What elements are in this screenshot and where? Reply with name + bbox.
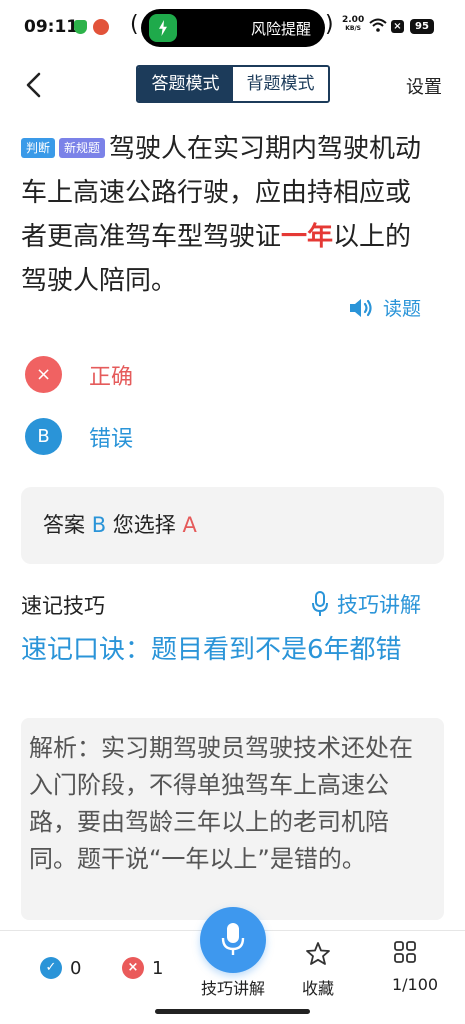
read-question-label: 读题 [383, 298, 422, 320]
tips-explain-label: 技巧讲解 [337, 593, 421, 617]
app-notification-icon [93, 19, 109, 35]
voice-explain-label[interactable]: 技巧讲解 [196, 975, 270, 999]
wifi-icon [369, 18, 387, 32]
correct-count[interactable]: ✓ 0 [40, 957, 81, 979]
settings-button[interactable]: 设置 [406, 73, 442, 99]
voice-explain-button[interactable] [200, 907, 266, 973]
shield-icon [74, 20, 87, 34]
speaker-icon [350, 298, 372, 317]
choice-value: A [182, 513, 197, 537]
island-bracket-left: ( [130, 12, 139, 37]
question-text: 判断 新规题 驾驶人在实习期内驾驶机动车上高速公路行驶，应由持相应或者更高准驾车型驾… [21, 127, 426, 303]
close-icon: × [25, 356, 62, 393]
tips-title: 速记技巧 [21, 594, 105, 618]
progress-label[interactable]: 1/100 [388, 975, 442, 994]
wrong-count-value: 1 [152, 957, 164, 979]
choice-label: 您选择 [112, 513, 176, 537]
tab-memorize-mode[interactable]: 背题模式 [233, 67, 328, 101]
mnemonic-text: 速记口诀：题目看到不是6年都错 [21, 635, 402, 665]
bottom-bar: ✓ 0 × 1 技巧讲解 收藏 1/100 [0, 907, 465, 1024]
status-bar: 09:11 ( 风险提醒 ) 2.00 KB/S × 95 [0, 0, 465, 56]
question-highlight: 一年 [281, 222, 334, 252]
check-icon: ✓ [40, 957, 62, 979]
favorite-label[interactable]: 收藏 [296, 975, 340, 999]
lightning-icon [149, 14, 177, 42]
mode-toggle: 答题模式 背题模式 [136, 65, 330, 103]
microphone-icon [221, 923, 245, 955]
network-speed-value: 2.00 [342, 15, 365, 25]
option-a[interactable]: × 正确 [25, 356, 133, 393]
answer-summary: 答案 B 您选择 A [21, 487, 444, 564]
status-time: 09:11 [24, 17, 79, 37]
island-text: 风险提醒 [250, 20, 311, 38]
new-rule-badge: 新规题 [59, 138, 106, 158]
back-arrow-icon[interactable] [20, 70, 50, 100]
option-a-label: 正确 [89, 364, 134, 390]
tab-answer-mode[interactable]: 答题模式 [138, 67, 233, 101]
answer-label: 答案 [43, 513, 85, 537]
network-speed-unit: KB/S [345, 25, 361, 32]
analysis-text: 解析：实习期驾驶员驾驶技术还处在入门阶段，不得单独驾车上高速公路，要由驾龄三年以… [21, 718, 444, 920]
close-icon: × [122, 957, 144, 979]
option-b-marker: B [25, 418, 62, 455]
read-question-button[interactable]: 读题 [348, 294, 421, 321]
wrong-count[interactable]: × 1 [122, 957, 163, 979]
home-indicator[interactable] [155, 1009, 310, 1014]
correct-count-value: 0 [70, 957, 82, 979]
battery-level: 95 [410, 19, 434, 34]
microphone-icon [312, 591, 328, 616]
option-b[interactable]: B 错误 [25, 418, 133, 455]
tips-explain-button[interactable]: 技巧讲解 [311, 589, 421, 619]
grid-icon[interactable] [394, 941, 416, 963]
answer-value: B [91, 513, 107, 537]
sim-off-icon: × [391, 20, 404, 33]
dynamic-island[interactable]: 风险提醒 [141, 9, 325, 47]
option-b-label: 错误 [89, 426, 134, 452]
question-type-badge: 判断 [21, 138, 56, 158]
island-bracket-right: ) [325, 12, 334, 37]
star-icon[interactable] [305, 941, 331, 967]
network-speed: 2.00 KB/S [342, 15, 365, 33]
